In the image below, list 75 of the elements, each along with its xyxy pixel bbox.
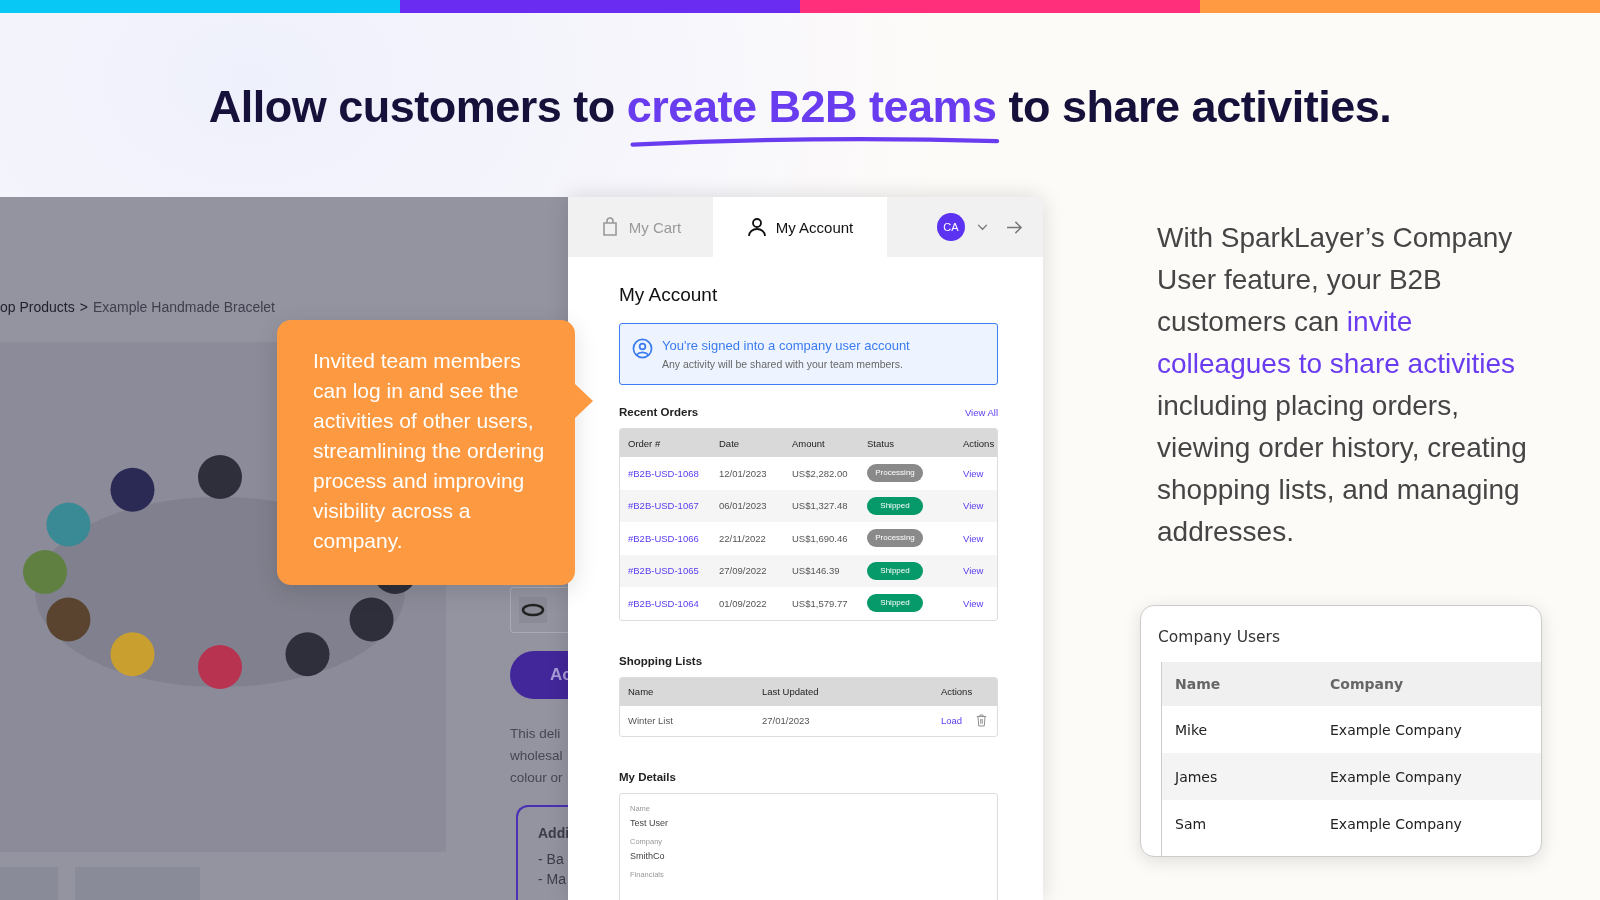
view-link[interactable]: View <box>963 467 997 479</box>
page-title: My Account <box>619 284 719 306</box>
info-box-item: - Ma <box>538 871 567 887</box>
order-link[interactable]: #B2B-USD-1067 <box>628 500 719 512</box>
headline: Allow customers to create B2B teams to share activities. <box>208 81 1392 151</box>
column-header: Order # <box>628 437 662 449</box>
column-header: Company <box>1330 676 1405 692</box>
avatar[interactable]: CA <box>937 213 965 241</box>
table-cell-text: 27/01/2023 <box>762 715 811 726</box>
arrow-right-icon[interactable] <box>1006 219 1023 235</box>
table-cell-text: Example Company <box>1330 815 1463 832</box>
order-link[interactable]: #B2B-USD-1064 <box>628 597 719 609</box>
table-cell-text: Sam <box>1175 815 1208 832</box>
column-header: Date <box>719 437 741 449</box>
order-link[interactable]: #B2B-USD-1068 <box>628 467 719 479</box>
table-cell-text: 06/01/2023 <box>719 500 768 512</box>
table-cell-text: 01/09/2022 <box>719 597 768 609</box>
status-badge: Processing <box>867 464 923 483</box>
user-icon <box>746 217 767 237</box>
table-cell-text: US$1,579.77 <box>792 597 849 609</box>
bracelet-icon <box>519 597 547 623</box>
table-cell-text: 22/11/2022 <box>719 532 767 544</box>
breadcrumb-separator: > <box>79 299 88 315</box>
view-link[interactable]: View <box>963 597 997 609</box>
card-title: Company Users <box>1158 628 1282 646</box>
table-cell-text: US$146.39 <box>792 565 841 577</box>
field-value: Test User <box>630 817 669 828</box>
order-link[interactable]: #B2B-USD-1065 <box>628 565 719 577</box>
table-cell-text: Mike <box>1175 721 1209 738</box>
section-title: Shopping Lists <box>619 654 703 667</box>
user-circle-icon <box>632 338 653 359</box>
table-cell-text: US$1,327.48 <box>792 500 849 512</box>
field-value: SmithCo <box>630 850 666 861</box>
column-header: Amount <box>792 437 826 449</box>
load-link[interactable]: Load <box>941 715 963 726</box>
column-header: Status <box>867 437 895 449</box>
status-badge: Processing <box>867 529 923 548</box>
view-link[interactable]: View <box>963 565 997 577</box>
table-cell-text: James <box>1175 768 1219 785</box>
column-header: Last Updated <box>762 686 820 697</box>
section-title: My Details <box>619 770 676 783</box>
feature-description: With SparkLayer’s Company User feature, your B2B customers can invite colleagues to share activities including placing orders, viewing order history, creating shopping lists, and managing addresses. <box>1157 221 1528 549</box>
column-header: Actions <box>963 437 996 449</box>
trash-icon[interactable] <box>976 714 988 727</box>
table-cell-text: Winter List <box>628 715 674 726</box>
table-cell-text: Example Company <box>1330 768 1463 785</box>
info-box-item: - Ba <box>538 851 565 867</box>
status-badge: Shipped <box>867 561 923 580</box>
tab[interactable]: My Account <box>713 197 887 257</box>
callout-text: Invited team members can log in and see the activities of other users, streamlining the ordering process and improving visibility across a company. <box>313 348 545 554</box>
table-cell-text: 12/01/2023 <box>719 467 768 479</box>
table-cell-text: US$2,282.00 <box>792 467 849 479</box>
info-box-title: Addi <box>538 825 568 841</box>
table-cell-text: US$1,690.46 <box>792 532 849 544</box>
status-badge: Shipped <box>867 594 923 613</box>
description-text: colour or <box>510 769 564 787</box>
order-link[interactable]: #B2B-USD-1066 <box>628 532 719 544</box>
section-title: Recent Orders <box>619 406 699 418</box>
description-text: wholesal <box>510 747 564 765</box>
column-header: Name <box>1175 676 1222 692</box>
description-text: This deli <box>510 725 562 743</box>
view-link[interactable]: View <box>963 532 997 544</box>
column-header: Actions <box>941 686 974 697</box>
breadcrumb-current: Example Handmade Bracelet <box>92 299 275 315</box>
column-header: Name <box>628 686 655 697</box>
status-badge: Shipped <box>867 496 923 515</box>
table-cell-text: 27/09/2022 <box>719 565 768 577</box>
notice-text: Any activity will be shared with your team members. <box>662 358 904 370</box>
view-link[interactable]: View <box>963 500 997 512</box>
table-cell-text: Example Company <box>1330 721 1463 738</box>
breadcrumb-link[interactable]: op Products <box>0 299 75 315</box>
chevron-down-icon[interactable] <box>977 223 988 231</box>
thumbnail-frame[interactable] <box>510 587 568 633</box>
view-all-link[interactable]: View All <box>964 406 998 418</box>
notice-title: You're signed into a company user account <box>662 338 910 353</box>
